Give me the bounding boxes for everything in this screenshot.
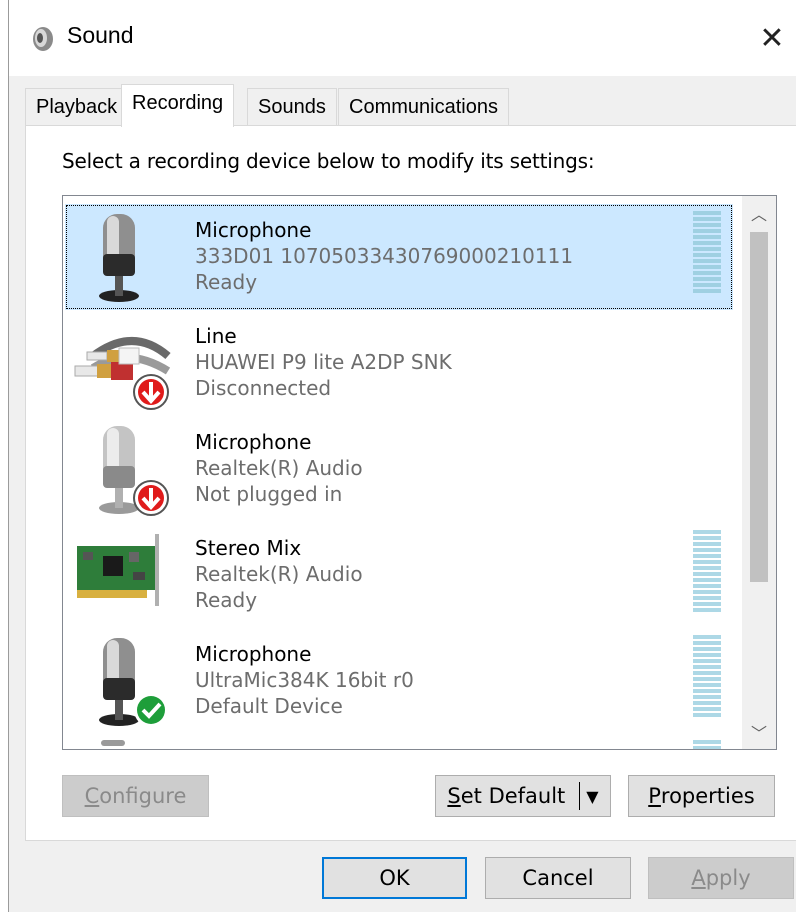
sound-card-icon xyxy=(77,534,159,606)
device-status: Ready xyxy=(195,588,258,612)
device-status: Ready xyxy=(195,270,258,294)
device-description: Realtek(R) Audio xyxy=(195,562,363,586)
device-status: Not plugged in xyxy=(195,482,343,506)
device-name: Microphone xyxy=(195,642,312,666)
default-check-icon xyxy=(134,693,168,727)
scroll-up-button[interactable]: ︿ xyxy=(742,196,776,230)
device-status: Disconnected xyxy=(195,376,332,400)
device-description: 333D01 1070503343076900021011​1 xyxy=(195,244,574,268)
level-meter xyxy=(693,740,721,749)
device-status: Default Device xyxy=(195,694,343,718)
level-meter xyxy=(693,530,721,614)
configure-button[interactable]: Configure xyxy=(62,775,209,817)
list-item-microphone-ultramic[interactable]: Microphone UltraMic384K 16bit r0 Default… xyxy=(65,628,733,734)
properties-button[interactable]: Properties xyxy=(628,775,775,817)
level-meter xyxy=(693,211,721,295)
device-description: Realtek(R) Audio xyxy=(195,456,363,480)
recording-panel: Select a recording device below to modif… xyxy=(25,125,796,841)
split-divider xyxy=(579,782,581,810)
list-item-microphone-realtek[interactable]: Microphone Realtek(R) Audio Not plugged … xyxy=(65,416,733,522)
scroll-down-button[interactable]: ﹀ xyxy=(742,715,776,749)
microphone-icon xyxy=(101,740,125,746)
microphone-icon xyxy=(99,214,139,302)
disconnected-arrow-icon xyxy=(133,480,169,516)
device-name: Microphone xyxy=(195,218,312,242)
list-item-stereo-mix[interactable]: Stereo Mix Realtek(R) Audio Ready xyxy=(65,522,733,628)
list-item-partial[interactable] xyxy=(65,734,733,749)
list-item-line[interactable]: Line HUAWEI P9 lite A2DP SNK Disconnecte… xyxy=(65,310,733,416)
tab-recording[interactable]: Recording xyxy=(121,84,235,127)
dropdown-arrow-icon[interactable]: ▼ xyxy=(586,787,598,806)
scroll-thumb[interactable] xyxy=(750,232,768,582)
device-description: HUAWEI P9 lite A2DP SNK xyxy=(195,350,452,374)
chevron-down-icon: ﹀ xyxy=(750,726,767,743)
device-name: Stereo Mix xyxy=(195,536,302,560)
set-default-button[interactable]: Set Default ▼ xyxy=(435,775,611,817)
tab-sounds[interactable]: Sounds xyxy=(247,88,337,126)
close-button[interactable]: ✕ xyxy=(747,14,796,62)
tab-communications[interactable]: Communications xyxy=(338,88,509,126)
title-bar: Sound ✕ xyxy=(9,0,796,76)
instruction-label: Select a recording device below to modif… xyxy=(62,149,595,173)
device-name: Line xyxy=(195,324,237,348)
chevron-up-icon: ︿ xyxy=(750,207,767,224)
cancel-button[interactable]: Cancel xyxy=(485,857,631,899)
window-title: Sound xyxy=(67,22,134,48)
ok-button[interactable]: OK xyxy=(322,857,467,899)
device-description: UltraMic384K 16bit r0 xyxy=(195,668,414,692)
microphone-icon xyxy=(99,638,168,727)
vertical-scrollbar[interactable]: ︿ ﹀ xyxy=(742,196,776,749)
sound-dialog: Sound ✕ Playback Recording Sounds Commun… xyxy=(8,0,796,912)
device-list[interactable]: Microphone 333D01 1070503343076900021011… xyxy=(62,195,777,750)
disconnected-arrow-icon xyxy=(133,374,169,410)
microphone-icon xyxy=(99,426,169,516)
tab-playback[interactable]: Playback xyxy=(25,88,129,126)
line-in-cable-icon xyxy=(74,337,171,410)
list-item-microphone-333d01[interactable]: Microphone 333D01 1070503343076900021011… xyxy=(65,204,733,310)
close-icon: ✕ xyxy=(759,21,785,55)
apply-button[interactable]: Apply xyxy=(648,857,794,899)
level-meter xyxy=(693,635,721,719)
device-name: Microphone xyxy=(195,430,312,454)
speaker-icon xyxy=(33,27,53,51)
